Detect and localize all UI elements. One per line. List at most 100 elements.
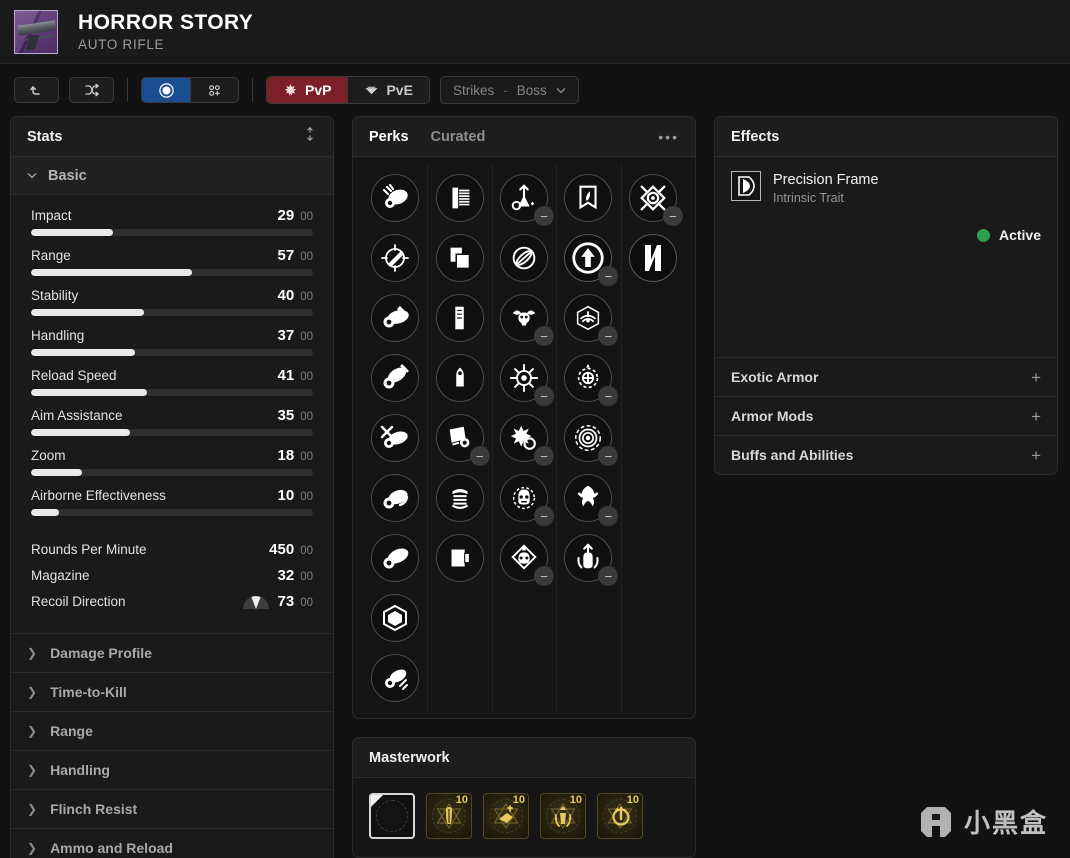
section-flinch-resist[interactable]: ❯ Flinch Resist [11,789,333,828]
accordion-armor-mods[interactable]: Armor Mods + [715,396,1057,435]
perk-armor-piercing-rounds[interactable] [435,354,484,402]
section-label: Flinch Resist [50,801,138,817]
section-time-to-kill[interactable]: ❯ Time-to-Kill [11,672,333,711]
tab-perks[interactable]: Perks [369,129,409,145]
perk-heal-clip[interactable]: − [500,534,555,586]
perk-minus-badge[interactable]: − [534,446,555,466]
mode-pvp-button[interactable]: PvP [267,77,348,103]
stat-decimals: 00 [300,211,313,223]
perk-headstone[interactable]: − [500,474,555,526]
undo-button[interactable] [14,77,59,103]
perk-tactical-mag[interactable] [435,534,484,582]
page-title: HORROR STORY [78,11,254,35]
section-label: Damage Profile [50,645,152,661]
mode-pve-button[interactable]: PvE [347,77,429,103]
accordion-exotic-armor[interactable]: Exotic Armor + [715,357,1057,396]
perk-minus-badge[interactable]: − [469,446,490,466]
keep-away-icon [579,185,597,210]
masterwork-tile-none[interactable] [369,793,415,839]
perk-minus-badge[interactable]: − [598,566,619,586]
perk-polygonal-rifling[interactable] [371,534,420,582]
masterwork-tile-handling[interactable]: 10 [483,793,529,839]
plus-icon: + [1031,406,1041,426]
masterwork-level: 10 [512,794,525,806]
accordion-buffs-and-abilities[interactable]: Buffs and Abilities + [715,435,1057,474]
accordion-label: Buffs and Abilities [731,447,854,463]
perk-outlaw[interactable]: − [564,354,619,406]
perk-keep-away[interactable] [564,174,613,222]
sort-icon[interactable] [303,126,317,147]
perks-panel: Perks Curated ••• − − − − − − − − − − − … [352,116,696,719]
perk-arrowhead-brake[interactable] [371,174,420,222]
perk-chambered-compensator[interactable] [371,654,420,702]
section-damage-profile[interactable]: ❯ Damage Profile [11,633,333,672]
shuffle-button[interactable] [69,77,114,103]
perk-nadir-focus[interactable] [628,234,677,282]
perk-minus-badge[interactable]: − [662,206,683,226]
perk-minus-badge[interactable]: − [534,386,555,406]
stat-bar-fill [31,469,82,476]
masterwork-tile-reload[interactable]: 10 [597,793,643,839]
perk-minus-badge[interactable]: − [534,206,555,226]
compare-view-tab[interactable] [190,78,238,102]
effect-item-precision-frame[interactable]: Precision Frame Intrinsic Trait [731,171,1041,205]
perk-minus-badge[interactable]: − [534,566,555,586]
perk-zen-moment[interactable]: − [564,534,619,586]
flared-magwell-icon [451,489,468,509]
masterwork-tile-range[interactable]: 10 [426,793,472,839]
perk-fluted-barrel[interactable] [371,354,420,402]
view-mode-group [141,77,239,103]
section-label: Time-to-Kill [50,684,127,700]
perk-extended-mag[interactable]: − [435,414,490,466]
perk-rampage[interactable]: − [564,414,619,466]
chevron-right-icon: ❯ [27,841,38,855]
activity-selector[interactable]: Strikes - Boss [439,76,579,104]
perk-flared-magwell[interactable] [435,474,484,522]
perk-minus-badge[interactable]: − [598,386,619,406]
section-ammo-and-reload[interactable]: ❯ Ammo and Reload [11,828,333,858]
stat-bar-fill [31,309,144,316]
perk-full-bore[interactable] [371,414,420,462]
stat-decimals: 00 [300,451,313,463]
perk-hammer-forged-rifling[interactable] [371,474,420,522]
perk-column-magazines: − [427,165,491,712]
section-handling[interactable]: ❯ Handling [11,750,333,789]
perk-dragonfly[interactable]: − [500,294,555,346]
perk-kill-clip[interactable]: − [564,234,619,286]
single-view-tab[interactable] [142,78,190,102]
perk-column-origin-traits: − [620,165,685,712]
more-options-icon[interactable]: ••• [658,129,679,145]
perk-firefly[interactable]: − [500,414,555,466]
perk-minus-badge[interactable]: − [598,266,619,286]
section-range[interactable]: ❯ Range [11,711,333,750]
perk-smallbore[interactable] [371,594,420,642]
stat-decimals: 00 [300,331,313,343]
stat-bar [31,349,313,356]
masterwork-level: 10 [455,794,468,806]
perk-minus-badge[interactable]: − [534,506,555,526]
perk-extended-barrel[interactable] [371,294,420,342]
perk-minus-badge[interactable]: − [534,326,555,346]
perk-minus-badge[interactable]: − [598,446,619,466]
stat-decimals: 00 [300,251,313,263]
shuffle-icon [84,83,99,97]
stat-row-range: Range 57 00 [31,247,313,276]
perk-nightmare-banisher[interactable]: − [628,174,683,226]
tab-curated[interactable]: Curated [431,129,486,145]
perk-accurized-rounds[interactable] [435,174,484,222]
perk-alloy-magazine[interactable] [435,234,484,282]
stat-bar-fill [31,229,113,236]
perk-appended-mag[interactable] [435,294,484,342]
perk-attrition-orbs[interactable]: − [500,174,555,226]
masterwork-level: 10 [569,794,582,806]
masterwork-tile-stability[interactable]: 10 [540,793,586,839]
perk-minus-badge[interactable]: − [598,326,619,346]
perk-disruption-break[interactable] [500,234,549,282]
arrowhead-brake-icon [383,183,408,208]
perk-corkscrew-rifling[interactable] [371,234,420,282]
perk-moving-target[interactable]: − [564,294,619,346]
stats-group-basic[interactable]: Basic [11,157,333,195]
perk-eye-of-the-storm[interactable]: − [500,354,555,406]
perk-minus-badge[interactable]: − [598,506,619,526]
perk-subsistence[interactable]: − [564,474,619,526]
